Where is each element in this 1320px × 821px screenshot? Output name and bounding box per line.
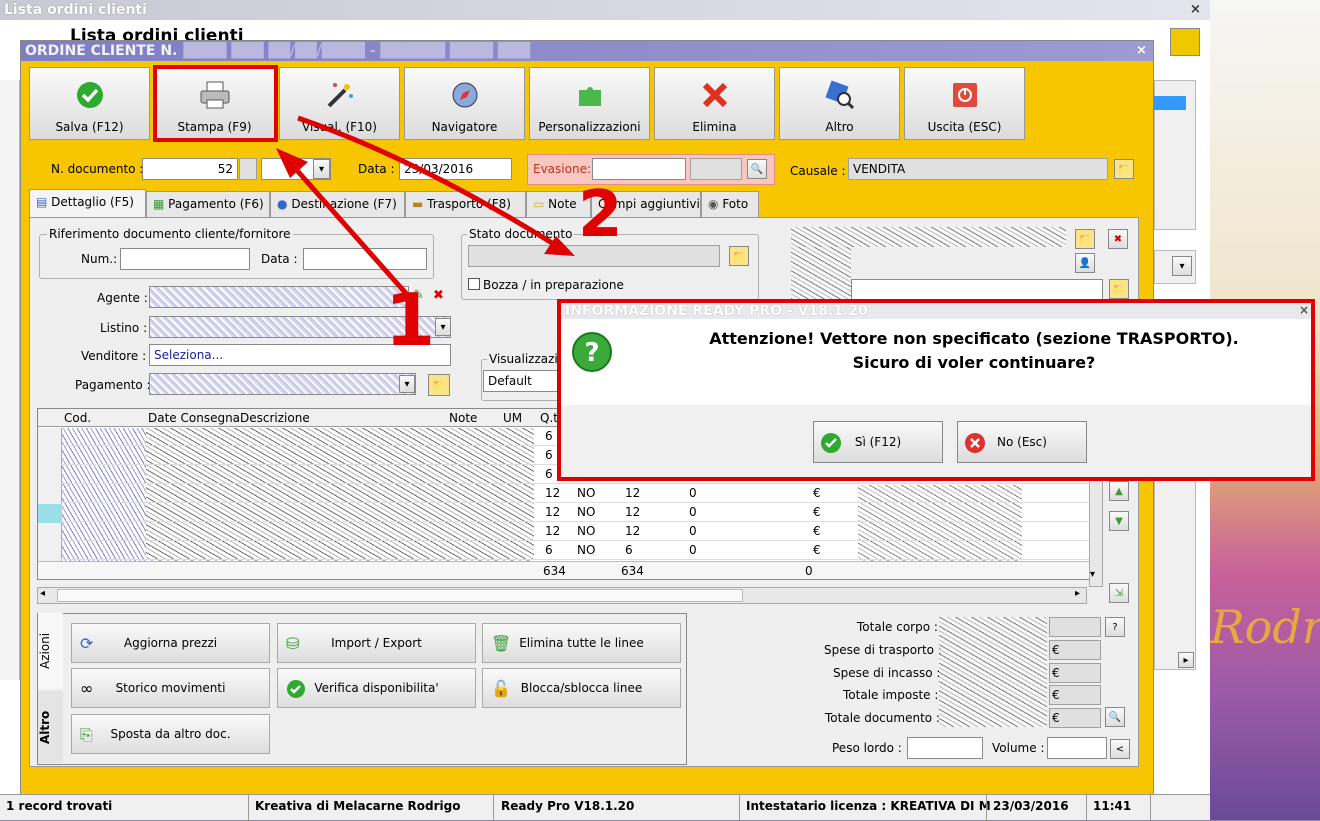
question-icon: ? xyxy=(571,331,613,376)
svg-text:?: ? xyxy=(584,338,599,368)
cancel-icon xyxy=(965,433,985,453)
check-icon xyxy=(821,433,841,453)
annotation-number-1: 1 xyxy=(385,278,436,362)
annotation-number-2: 2 xyxy=(578,178,623,252)
no-button[interactable]: No (Esc) xyxy=(957,421,1087,463)
dialog-title: INFORMAZIONE READY PRO - V18.1.20 xyxy=(561,303,1311,319)
confirm-dialog: INFORMAZIONE READY PRO - V18.1.20 × ? At… xyxy=(557,299,1315,481)
yes-button[interactable]: Sì (F12) xyxy=(813,421,943,463)
dialog-message: Attenzione! Vettore non specificato (sez… xyxy=(709,329,1239,372)
dialog-close-button[interactable]: × xyxy=(1299,303,1309,317)
